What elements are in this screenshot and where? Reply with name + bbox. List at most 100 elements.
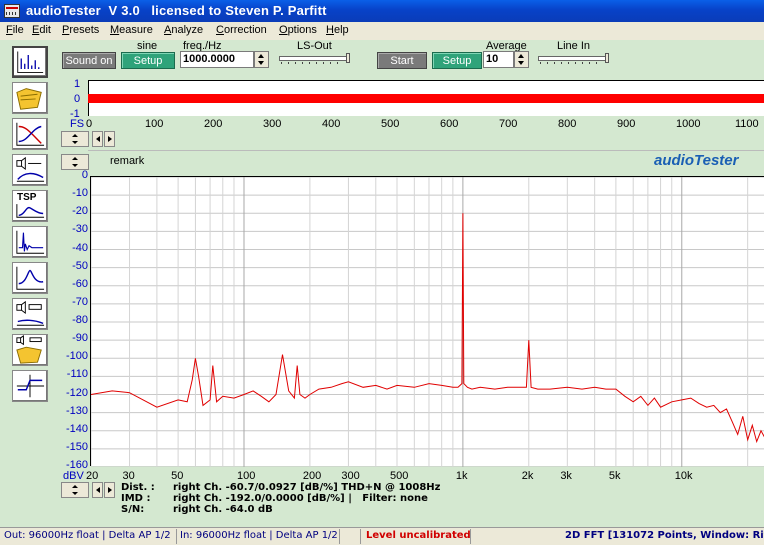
- panel-separator: [88, 150, 764, 151]
- step-response-button[interactable]: [12, 370, 48, 402]
- y-tick-label: -120: [65, 386, 88, 399]
- speaker-folder-button[interactable]: [12, 334, 48, 366]
- speaker-folder-icon: [16, 335, 42, 364]
- line-in-label: Line In: [557, 40, 591, 52]
- level-x-tick: 0: [86, 118, 93, 130]
- level-x-tick: 200: [204, 118, 223, 130]
- x-tick-label: 50: [171, 470, 184, 482]
- speaker-distortion-icon: [16, 300, 45, 326]
- impulse-response-button[interactable]: [12, 226, 48, 258]
- y-zoom-controls: [61, 154, 91, 170]
- audiotester-logo: audioTester: [654, 152, 739, 169]
- tsp-button[interactable]: TSP: [12, 190, 48, 222]
- fft-plot[interactable]: [90, 176, 764, 467]
- y-tick-label: -150: [65, 440, 88, 453]
- x-zoom-spinner[interactable]: [61, 482, 89, 498]
- y-tick-label: -100: [65, 350, 88, 363]
- level-x-tick: 400: [322, 118, 341, 130]
- y-tick-label: -70: [72, 295, 88, 308]
- bode-plot-button[interactable]: [12, 118, 48, 150]
- level-x-tick: 500: [381, 118, 400, 130]
- line-in-slider[interactable]: [538, 53, 609, 67]
- x-tick-label: 500: [389, 470, 409, 482]
- scroll-left-button[interactable]: [92, 131, 103, 147]
- y-tick-label: -130: [65, 404, 88, 417]
- level-y-tick: 1: [74, 78, 81, 90]
- status-in: In: 96000Hz float | Delta AP 1/2: [180, 530, 338, 541]
- level-x-tick: 100: [145, 118, 164, 130]
- y-tick-label: -10: [72, 187, 88, 200]
- window-title: audioTester V 3.0 licensed to Steven P. …: [26, 3, 327, 18]
- impedance-curve-button[interactable]: [12, 262, 48, 294]
- sound-on-button[interactable]: Sound on: [62, 52, 116, 69]
- folder-open-icon: [16, 88, 42, 110]
- menu-edit[interactable]: Edit: [32, 24, 51, 36]
- status-fft: 2D FFT [131072 Points, Window: Rife: [565, 530, 764, 541]
- y-tick-label: -110: [66, 368, 88, 381]
- menu-measure[interactable]: Measure: [110, 24, 153, 36]
- speaker-response-icon: [16, 156, 45, 182]
- x-scroll-right-button[interactable]: [104, 482, 115, 498]
- x-tick-label: 5k: [608, 470, 621, 482]
- frequency-input[interactable]: 1000.0000: [180, 51, 254, 68]
- average-input[interactable]: 10: [483, 51, 514, 68]
- level-zoom-spinner[interactable]: [61, 131, 89, 147]
- average-spinner[interactable]: [514, 51, 529, 68]
- menu-options[interactable]: Options: [279, 24, 317, 36]
- menu-analyze[interactable]: Analyze: [164, 24, 203, 36]
- menu-correction[interactable]: Correction: [216, 24, 267, 36]
- x-scroll-left-button[interactable]: [92, 482, 103, 498]
- sn-label: S/N:: [121, 504, 145, 515]
- x-tick-label: 2k: [521, 470, 534, 482]
- imd-value: right Ch. -192.0/0.0000 [dB/%] | Filter:…: [173, 493, 428, 504]
- impulse-response-icon: [16, 230, 45, 254]
- tsp-label: TSP: [17, 192, 37, 203]
- x-scroll-controls: [61, 482, 117, 498]
- frequency-spinner[interactable]: [254, 51, 269, 68]
- speaker-response-button[interactable]: [12, 154, 48, 186]
- generator-setup-button[interactable]: Setup: [121, 52, 175, 69]
- status-bar: Out: 96000Hz float | Delta AP 1/2 In: 96…: [0, 527, 764, 545]
- fs-label: FS: [70, 118, 85, 130]
- app-window: audioTester V 3.0 licensed to Steven P. …: [0, 0, 764, 545]
- level-x-tick: 800: [558, 118, 577, 130]
- y-zoom-spinner[interactable]: [61, 154, 89, 170]
- level-x-tick: 1000: [676, 118, 701, 130]
- impedance-curve-icon: [16, 266, 45, 290]
- x-tick-label: 100: [236, 470, 256, 482]
- bode-plot-icon: [16, 122, 45, 146]
- x-tick-label: 30: [122, 470, 135, 482]
- menu-bar: File Edit Presets Measure Analyze Correc…: [0, 22, 764, 40]
- y-tick-label: -40: [72, 241, 88, 254]
- x-tick-label: 200: [302, 470, 322, 482]
- y-tick-label: -50: [72, 259, 88, 272]
- y-tick-label: -20: [72, 205, 88, 218]
- title-bar: audioTester V 3.0 licensed to Steven P. …: [0, 0, 764, 22]
- scroll-right-button[interactable]: [104, 131, 115, 147]
- fft-chart: [91, 177, 764, 467]
- open-file-button[interactable]: [12, 82, 48, 114]
- sine-label: sine: [137, 40, 158, 52]
- app-icon[interactable]: [4, 4, 20, 18]
- fft-series-line: [91, 213, 764, 444]
- speaker-distortion-button[interactable]: [12, 298, 48, 330]
- y-axis-unit: dBV: [63, 470, 84, 482]
- x-tick-label: 1k: [455, 470, 468, 482]
- start-button[interactable]: Start: [377, 52, 427, 69]
- level-x-tick: 700: [499, 118, 518, 130]
- x-tick-label: 300: [341, 470, 360, 482]
- x-tick-label: 10k: [674, 470, 693, 482]
- x-tick-label: 3k: [560, 470, 572, 482]
- analyzer-setup-button[interactable]: Setup: [432, 52, 482, 69]
- menu-presets[interactable]: Presets: [62, 24, 99, 36]
- level-x-tick: 1100: [735, 118, 759, 130]
- x-tick-label: 20: [86, 470, 99, 482]
- y-tick-label: -140: [65, 422, 88, 435]
- y-tick-label: -60: [72, 277, 88, 290]
- imd-label: IMD :: [121, 493, 151, 504]
- dist-label: Dist. :: [121, 482, 155, 493]
- ls-out-slider[interactable]: [279, 53, 350, 67]
- menu-help[interactable]: Help: [326, 24, 349, 36]
- menu-file[interactable]: File: [6, 24, 24, 36]
- spectrum-tool-button[interactable]: [12, 46, 48, 78]
